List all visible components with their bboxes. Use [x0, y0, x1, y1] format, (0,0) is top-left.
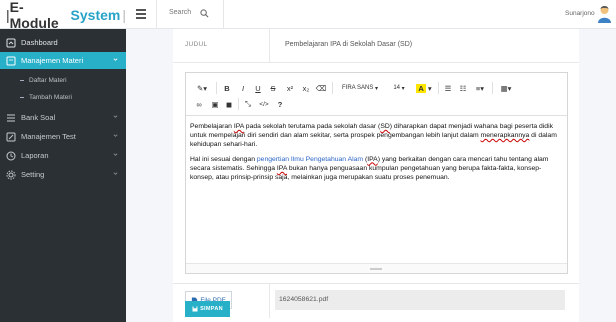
sidebar-item-label: Manajemen Materi — [21, 56, 84, 65]
gear-icon — [6, 170, 16, 179]
fullscreen-icon[interactable]: ⤡ — [243, 98, 253, 110]
topbar-divider — [223, 0, 224, 29]
brand-name-part2: System — [70, 6, 121, 23]
bold-button[interactable]: B — [222, 82, 232, 94]
clock-icon — [6, 151, 16, 160]
chevron-down-icon — [113, 134, 118, 137]
brand-bracket-right: | — [122, 6, 126, 23]
rich-text-editor[interactable]: ✎▾ B I U S x² x₂ ⌫ FIRA SANS ▾ 14 ▾ A ▾ … — [185, 72, 568, 274]
menu-toggle-icon[interactable] — [136, 9, 146, 19]
help-icon[interactable]: ? — [275, 98, 285, 110]
text-run: IPA — [233, 123, 244, 130]
video-icon[interactable]: ◼ — [224, 98, 234, 110]
font-family-select[interactable]: FIRA SANS ▾ — [336, 82, 384, 94]
save-icon — [192, 306, 198, 312]
text-run: Hal ini sesuai dengan — [190, 155, 257, 163]
chevron-down-icon — [113, 58, 118, 61]
editor-content[interactable]: Pembelajaran IPA pada sekolah terutama p… — [190, 122, 564, 187]
table-icon[interactable]: ▦▾ — [498, 82, 514, 94]
edit-icon — [6, 132, 16, 141]
top-bar: | E-Module System | Search Sunarjono — [0, 0, 616, 31]
sidebar-subitem-daftar-materi[interactable]: Daftar Materi — [20, 77, 67, 84]
sidebar: Dashboard Manajemen Materi Daftar Materi… — [0, 29, 126, 322]
list-icon — [7, 114, 15, 121]
font-size-value: 14 — [393, 85, 400, 91]
sidebar-item-manajemen-materi[interactable]: Manajemen Materi — [0, 52, 126, 69]
sidebar-item-label: Dashboard — [21, 38, 58, 47]
ordered-list-icon[interactable]: ☷ — [458, 82, 468, 94]
search-input[interactable]: Search — [169, 9, 191, 16]
sidebar-item-laporan[interactable]: Laporan — [0, 147, 126, 164]
unordered-list-icon[interactable]: ☰ — [443, 82, 453, 94]
materi-form-card: JUDUL Pembelajaran IPA di Sekolah Dasar … — [173, 29, 579, 322]
sidebar-item-manajemen-test[interactable]: Manajemen Test — [0, 128, 126, 145]
text-run: pada sekolah terutama pada sekolah dasar… — [243, 123, 381, 130]
text-color-button[interactable]: A ▾ — [414, 82, 434, 94]
image-icon[interactable]: ▣ — [210, 98, 220, 110]
judul-label: JUDUL — [185, 41, 208, 48]
home-icon — [6, 38, 16, 47]
chevron-down-icon — [113, 153, 118, 156]
chevron-down-icon — [113, 172, 118, 175]
text-run: Pembelajaran — [190, 123, 234, 130]
save-button-label: SIMPAN — [200, 306, 223, 312]
align-icon[interactable]: ≡▾ — [472, 82, 488, 94]
book-icon — [6, 56, 16, 65]
sidebar-item-setting[interactable]: Setting — [0, 166, 126, 183]
strikethrough-button[interactable]: S — [268, 82, 278, 94]
font-size-select[interactable]: 14 ▾ — [389, 82, 409, 94]
editor-toolbar: ✎▾ B I U S x² x₂ ⌫ FIRA SANS ▾ 14 ▾ A ▾ … — [186, 73, 567, 116]
editor-paragraph: Pembelajaran IPA pada sekolah terutama p… — [190, 122, 564, 150]
sidebar-subitem-tambah-materi[interactable]: Tambah Materi — [20, 94, 72, 101]
sidebar-subitem-label: Daftar Materi — [29, 77, 67, 84]
file-row: File PDF 1624058621.pdf — [173, 283, 579, 318]
topbar-divider — [156, 0, 157, 29]
magic-wand-icon[interactable]: ✎▾ — [194, 82, 210, 94]
row-divider — [269, 29, 270, 63]
clear-format-icon[interactable]: ⌫ — [316, 82, 327, 94]
font-family-value: FIRA SANS — [341, 85, 374, 91]
save-button[interactable]: SIMPAN — [185, 301, 230, 317]
sidebar-item-dashboard[interactable]: Dashboard — [0, 34, 126, 51]
brand-name-part1: E-Module — [9, 0, 59, 31]
text-run: SD — [380, 123, 390, 130]
link-icon[interactable]: ∞ — [194, 98, 204, 110]
editor-paragraph: Hal ini sesuai dengan pengertian Ilmu Pe… — [190, 155, 564, 183]
sidebar-item-bank-soal[interactable]: Bank Soal — [0, 109, 126, 126]
row-divider — [269, 284, 270, 318]
text-link[interactable]: pengertian Ilmu Pengetahuan Alam — [257, 156, 363, 163]
judul-row: JUDUL Pembelajaran IPA di Sekolah Dasar … — [173, 29, 579, 63]
sidebar-item-label: Laporan — [21, 151, 49, 160]
superscript-button[interactable]: x² — [284, 82, 296, 94]
user-avatar-icon[interactable] — [597, 5, 612, 23]
sidebar-item-label: Bank Soal — [21, 113, 56, 122]
text-run: IPA — [367, 155, 378, 163]
italic-button[interactable]: I — [238, 82, 248, 94]
code-view-icon[interactable]: </> — [258, 98, 270, 110]
sidebar-subitem-label: Tambah Materi — [29, 94, 72, 101]
text-run: IPA — [276, 164, 287, 172]
underline-button[interactable]: U — [253, 82, 263, 94]
search-icon[interactable] — [200, 9, 209, 18]
sidebar-item-label: Setting — [21, 170, 45, 179]
editor-resize-handle[interactable] — [186, 263, 567, 273]
user-name[interactable]: Sunarjono — [565, 10, 595, 17]
subscript-button[interactable]: x₂ — [300, 82, 312, 94]
text-run: menerapkannya — [480, 132, 530, 140]
text-color-icon: A — [416, 83, 426, 93]
file-name-field: 1624058621.pdf — [275, 290, 565, 310]
chevron-down-icon — [113, 115, 118, 118]
judul-input[interactable]: Pembelajaran IPA di Sekolah Dasar (SD) — [285, 41, 412, 48]
brand-logo[interactable]: | E-Module System | — [0, 0, 126, 31]
sidebar-item-label: Manajemen Test — [21, 132, 76, 141]
